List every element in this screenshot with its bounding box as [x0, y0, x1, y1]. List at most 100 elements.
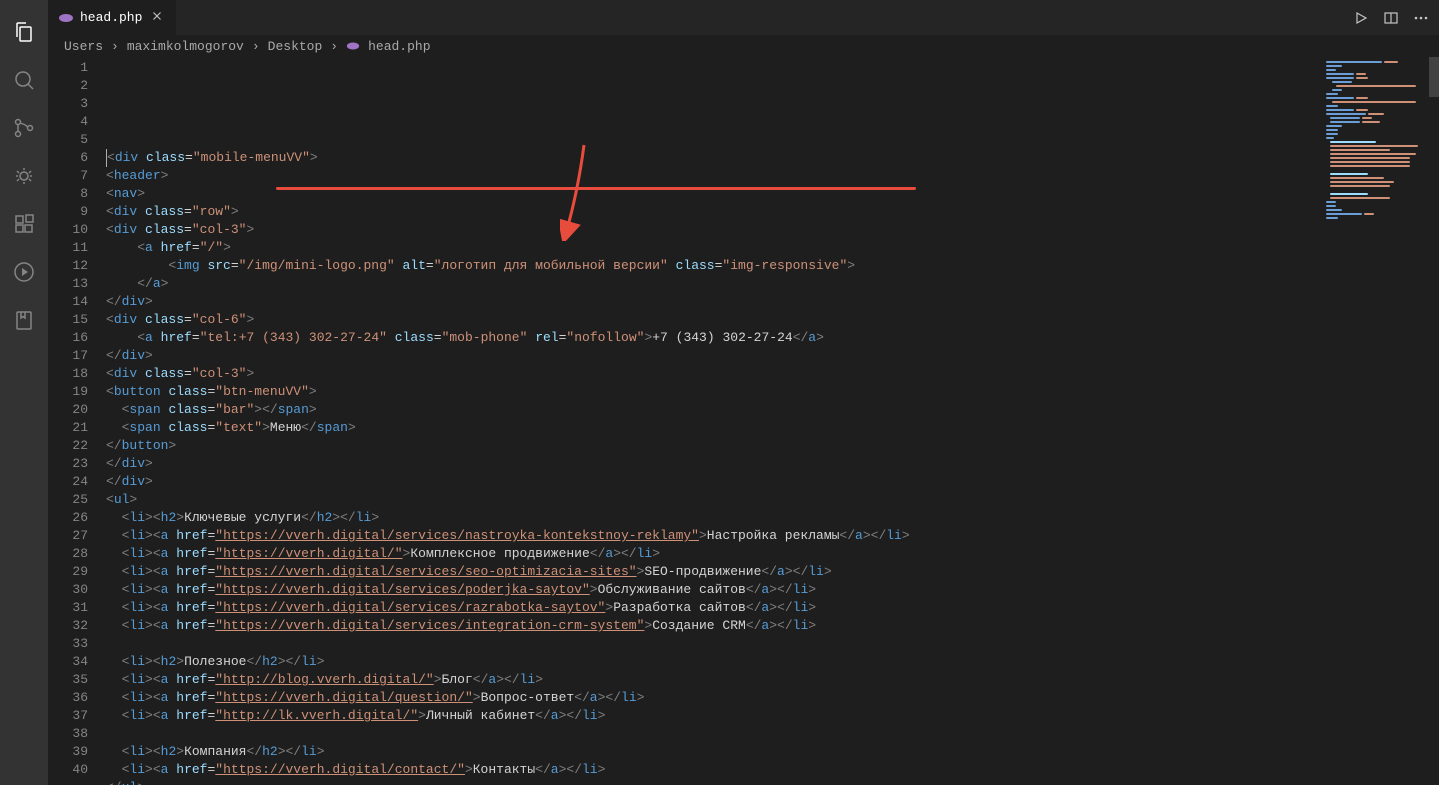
- minimap[interactable]: [1319, 57, 1439, 785]
- line-number: 16: [48, 329, 88, 347]
- minimap-line: [1326, 205, 1433, 207]
- code-line[interactable]: [106, 635, 1319, 653]
- code-line[interactable]: </div>: [106, 455, 1319, 473]
- code-line[interactable]: <li><a href="https://vverh.digital/">Ком…: [106, 545, 1319, 563]
- line-number: 2: [48, 77, 88, 95]
- extensions-icon[interactable]: [0, 200, 48, 248]
- minimap-line: [1326, 213, 1433, 215]
- minimap-line: [1326, 209, 1433, 211]
- minimap-line: [1326, 89, 1433, 91]
- minimap-line: [1326, 93, 1433, 95]
- play-icon[interactable]: [1353, 10, 1369, 26]
- code-line[interactable]: <li><a href="https://vverh.digital/servi…: [106, 599, 1319, 617]
- code-line[interactable]: </div>: [106, 293, 1319, 311]
- line-number: 19: [48, 383, 88, 401]
- php-file-icon: [346, 39, 360, 53]
- line-number: 29: [48, 563, 88, 581]
- code-line[interactable]: <li><h2>Ключевые услуги</h2></li>: [106, 509, 1319, 527]
- code-line[interactable]: </div>: [106, 473, 1319, 491]
- line-number: 12: [48, 257, 88, 275]
- split-editor-icon[interactable]: [1383, 10, 1399, 26]
- tab-head-php[interactable]: head.php: [48, 0, 177, 35]
- minimap-line: [1326, 105, 1433, 107]
- code-line[interactable]: <div class="col-3">: [106, 365, 1319, 383]
- line-number: 26: [48, 509, 88, 527]
- code-line[interactable]: <ul>: [106, 491, 1319, 509]
- code-line[interactable]: <img src="/img/mini-logo.png" alt="логот…: [106, 257, 1319, 275]
- code-line[interactable]: <li><a href="https://vverh.digital/servi…: [106, 527, 1319, 545]
- code-line[interactable]: <a href="/">: [106, 239, 1319, 257]
- breadcrumb[interactable]: Users › maximkolmogorov › Desktop › head…: [48, 35, 1439, 57]
- minimap-line: [1326, 77, 1433, 79]
- minimap-line: [1326, 69, 1433, 71]
- line-number: 7: [48, 167, 88, 185]
- chevron-right-icon: ›: [330, 39, 338, 54]
- code-line[interactable]: <nav>: [106, 185, 1319, 203]
- code-line[interactable]: <li><h2>Компания</h2></li>: [106, 743, 1319, 761]
- breadcrumb-part[interactable]: Users: [64, 39, 103, 54]
- editor-group: head.php Users › maximkolmogorov › Deskt…: [48, 0, 1439, 785]
- code-line[interactable]: <a href="tel:+7 (343) 302-27-24" class="…: [106, 329, 1319, 347]
- debug-icon[interactable]: [0, 152, 48, 200]
- bookmark-icon[interactable]: [0, 296, 48, 344]
- code-line[interactable]: <li><a href="http://blog.vverh.digital/"…: [106, 671, 1319, 689]
- tab-bar: head.php: [48, 0, 1439, 35]
- code-line[interactable]: </a>: [106, 275, 1319, 293]
- code-line[interactable]: <div class="mobile-menuVV">: [106, 149, 1319, 167]
- code-line[interactable]: [106, 725, 1319, 743]
- code-line[interactable]: <li><a href="http://lk.vverh.digital/">Л…: [106, 707, 1319, 725]
- line-number: 21: [48, 419, 88, 437]
- activity-bar: [0, 0, 48, 785]
- editor[interactable]: 1234567891011121314151617181920212223242…: [48, 57, 1439, 785]
- code-line[interactable]: <span class="text">Меню</span>: [106, 419, 1319, 437]
- minimap-line: [1326, 97, 1433, 99]
- line-number: 8: [48, 185, 88, 203]
- code-line[interactable]: </ul>: [106, 779, 1319, 785]
- line-number: 25: [48, 491, 88, 509]
- line-number: 5: [48, 131, 88, 149]
- minimap-line: [1326, 193, 1433, 195]
- line-number: 33: [48, 635, 88, 653]
- code-line[interactable]: <button class="btn-menuVV">: [106, 383, 1319, 401]
- breadcrumb-part[interactable]: maximkolmogorov: [127, 39, 244, 54]
- search-icon[interactable]: [0, 56, 48, 104]
- tab-label: head.php: [80, 10, 142, 25]
- code-line[interactable]: <li><a href="https://vverh.digital/quest…: [106, 689, 1319, 707]
- code-area[interactable]: <div class="mobile-menuVV"><header><nav>…: [106, 57, 1319, 785]
- code-line[interactable]: <li><a href="https://vverh.digital/servi…: [106, 581, 1319, 599]
- explorer-icon[interactable]: [0, 8, 48, 56]
- scrollbar-thumb[interactable]: [1429, 57, 1439, 97]
- minimap-line: [1326, 201, 1433, 203]
- code-line[interactable]: <li><a href="https://vverh.digital/conta…: [106, 761, 1319, 779]
- line-number: 35: [48, 671, 88, 689]
- vertical-scrollbar[interactable]: [1429, 57, 1439, 785]
- code-line[interactable]: <li><h2>Полезное</h2></li>: [106, 653, 1319, 671]
- line-number: 11: [48, 239, 88, 257]
- code-line[interactable]: <li><a href="https://vverh.digital/servi…: [106, 563, 1319, 581]
- source-control-icon[interactable]: [0, 104, 48, 152]
- more-icon[interactable]: [1413, 10, 1429, 26]
- code-line[interactable]: <div class="col-3">: [106, 221, 1319, 239]
- code-line[interactable]: <span class="bar"></span>: [106, 401, 1319, 419]
- minimap-line: [1326, 117, 1433, 119]
- breadcrumb-part[interactable]: Desktop: [268, 39, 323, 54]
- minimap-line: [1326, 129, 1433, 131]
- line-number: 24: [48, 473, 88, 491]
- close-icon[interactable]: [148, 9, 166, 27]
- line-number: 37: [48, 707, 88, 725]
- breadcrumb-file[interactable]: head.php: [368, 39, 430, 54]
- minimap-line: [1326, 85, 1433, 87]
- code-line[interactable]: </div>: [106, 347, 1319, 365]
- code-line[interactable]: <div class="col-6">: [106, 311, 1319, 329]
- code-line[interactable]: <div class="row">: [106, 203, 1319, 221]
- code-line[interactable]: <header>: [106, 167, 1319, 185]
- line-number: 3: [48, 95, 88, 113]
- code-line[interactable]: <li><a href="https://vverh.digital/servi…: [106, 617, 1319, 635]
- run-icon[interactable]: [0, 248, 48, 296]
- minimap-line: [1326, 141, 1433, 143]
- minimap-line: [1326, 101, 1433, 103]
- minimap-line: [1326, 145, 1433, 147]
- line-number: 38: [48, 725, 88, 743]
- code-line[interactable]: </button>: [106, 437, 1319, 455]
- line-number: 4: [48, 113, 88, 131]
